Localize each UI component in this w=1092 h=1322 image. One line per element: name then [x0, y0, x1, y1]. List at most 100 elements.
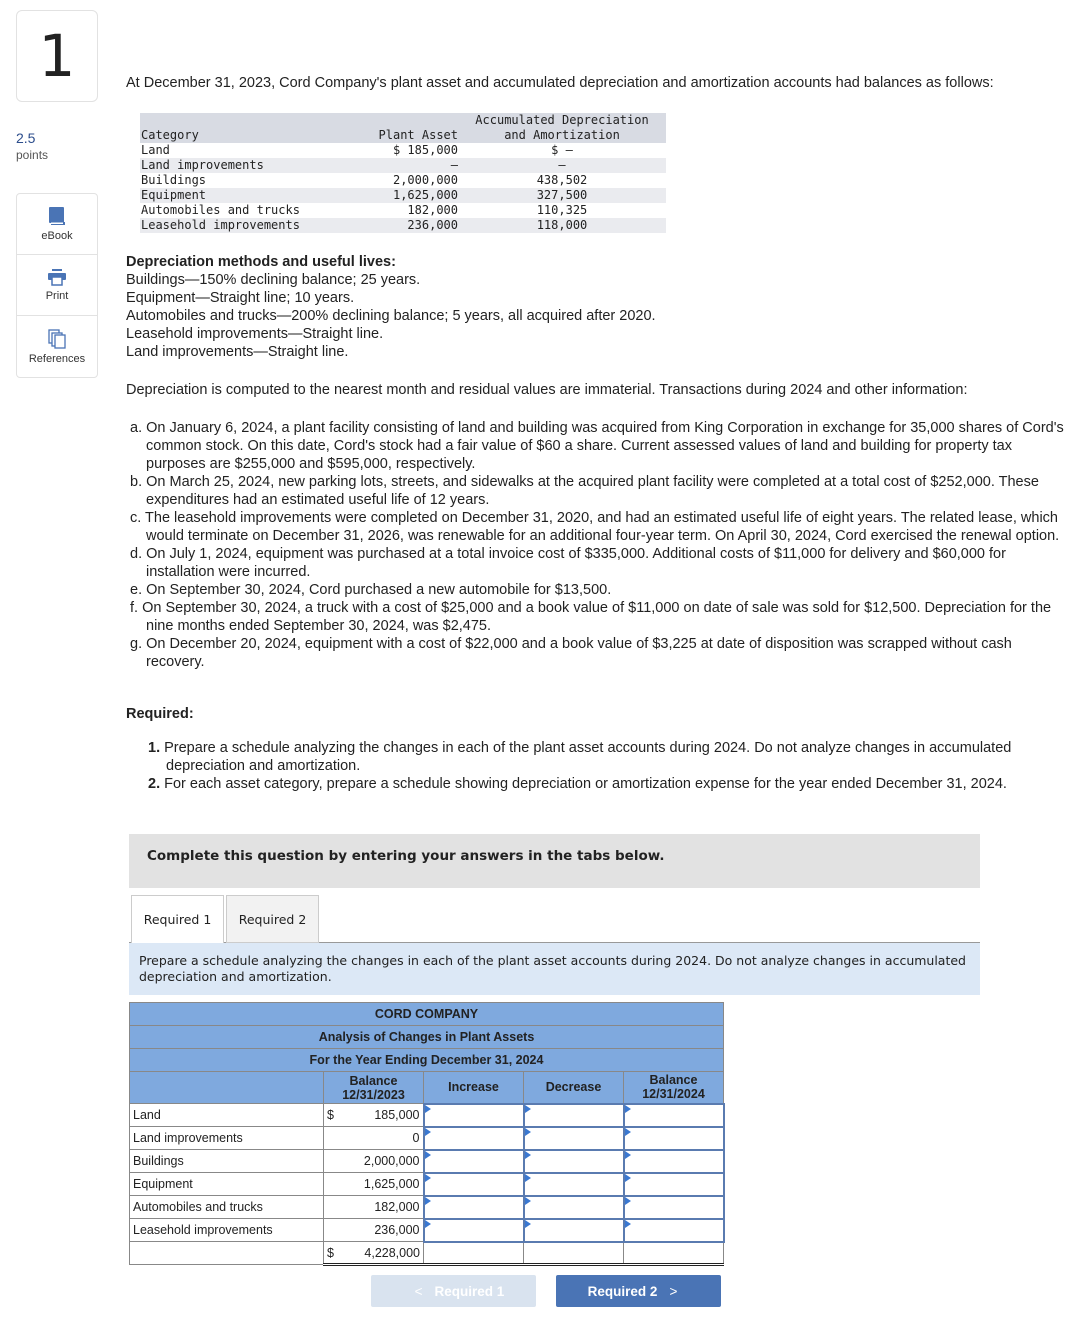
- increase-input[interactable]: [427, 1150, 520, 1172]
- category-cell: Land improvements: [141, 158, 264, 172]
- print-button[interactable]: Print: [17, 255, 97, 316]
- chevron-left-icon: <: [414, 1283, 423, 1299]
- category-header: Category: [141, 128, 199, 142]
- balances-row: Buildings 2,000,000 438,502: [140, 173, 666, 188]
- transaction-item: e. On September 30, 2024, Cord purchased…: [130, 582, 612, 598]
- category-cell: Automobiles and trucks: [141, 203, 300, 217]
- references-button[interactable]: References: [17, 316, 97, 377]
- transaction-item: b. On March 25, 2024, new parking lots, …: [130, 474, 1039, 508]
- decrease-input[interactable]: [527, 1127, 620, 1149]
- balance-start-cell: $185,000: [323, 1103, 424, 1127]
- plant-asset-header: Plant Asset: [378, 128, 458, 142]
- transactions-list: a. On January 6, 2024, a plant facility …: [130, 419, 1070, 671]
- balances-header-row-2: Category Plant Asset and Amortization: [140, 128, 666, 143]
- balance-end-input[interactable]: [627, 1127, 720, 1149]
- decrease-header: Decrease: [523, 1071, 624, 1104]
- prev-required-button[interactable]: < Required 1: [371, 1275, 536, 1307]
- next-required-button[interactable]: Required 2 >: [556, 1275, 721, 1307]
- balance-end-input[interactable]: [627, 1219, 720, 1241]
- balance-end-header: Balance 12/31/2024: [623, 1071, 724, 1104]
- required-heading: Required:: [126, 706, 194, 722]
- increase-header: Increase: [423, 1071, 524, 1104]
- decrease-input[interactable]: [527, 1173, 620, 1195]
- ebook-button[interactable]: eBook: [17, 194, 97, 255]
- total-label: [129, 1241, 324, 1265]
- accum-header-line1: Accumulated Depreciation: [475, 113, 649, 127]
- decrease-input[interactable]: [527, 1219, 620, 1241]
- plant-asset-cell: $ 185,000: [392, 143, 458, 157]
- ebook-icon: [49, 207, 65, 225]
- total-balance-start: $4,228,000: [323, 1241, 424, 1266]
- question-number: 1: [16, 10, 98, 102]
- tab-required-2[interactable]: Required 2: [226, 895, 319, 943]
- analysis-schedule: CORD COMPANY Analysis of Changes in Plan…: [129, 1002, 725, 1266]
- schedule-row: Automobiles and trucks 182,000: [129, 1194, 725, 1220]
- prev-button-label: Required 1: [434, 1283, 505, 1299]
- method-line: Buildings—150% declining balance; 25 yea…: [126, 272, 421, 288]
- balance-start-cell: 236,000: [323, 1218, 424, 1242]
- decrease-input[interactable]: [527, 1104, 620, 1126]
- schedule-company: CORD COMPANY: [129, 1002, 724, 1026]
- intro-text: At December 31, 2023, Cord Company's pla…: [126, 75, 994, 91]
- accum-cell: $ —: [551, 143, 573, 157]
- plant-asset-cell: —: [450, 158, 458, 172]
- increase-input[interactable]: [427, 1173, 520, 1195]
- balance-end-input[interactable]: [627, 1196, 720, 1218]
- decrease-input[interactable]: [527, 1150, 620, 1172]
- chevron-right-icon: >: [669, 1283, 678, 1299]
- balance-end-input[interactable]: [627, 1150, 720, 1172]
- accum-cell: 110,325: [536, 203, 588, 217]
- balances-table: Accumulated Depreciation Category Plant …: [140, 113, 666, 233]
- row-label: Land: [129, 1103, 324, 1127]
- references-label: References: [28, 352, 86, 365]
- references-icon: [48, 328, 66, 349]
- total-increase: [423, 1241, 524, 1266]
- required-item: 2. For each asset category, prepare a sc…: [148, 775, 1048, 793]
- tab-required-1[interactable]: Required 1: [131, 895, 224, 944]
- balance-start-cell: 0: [323, 1126, 424, 1150]
- complete-banner: Complete this question by entering your …: [129, 834, 980, 888]
- row-label: Buildings: [129, 1149, 324, 1173]
- total-decrease: [523, 1241, 624, 1266]
- schedule-row: Buildings 2,000,000: [129, 1148, 725, 1174]
- next-button-label: Required 2: [587, 1283, 658, 1299]
- schedule-row: Equipment 1,625,000: [129, 1171, 725, 1197]
- increase-input[interactable]: [427, 1196, 520, 1218]
- balances-row: Leasehold improvements 236,000 118,000: [140, 218, 666, 233]
- accum-cell: 438,502: [536, 173, 588, 187]
- increase-input[interactable]: [427, 1219, 520, 1241]
- accum-cell: —: [558, 158, 566, 172]
- balance-end-input[interactable]: [627, 1173, 720, 1195]
- schedule-title: Analysis of Changes in Plant Assets: [129, 1025, 724, 1049]
- plant-asset-cell: 1,625,000: [392, 188, 458, 202]
- transaction-item: a. On January 6, 2024, a plant facility …: [130, 420, 1064, 472]
- accum-cell: 327,500: [536, 188, 588, 202]
- instruction-text: Prepare a schedule analyzing the changes…: [129, 943, 980, 995]
- required-list: 1. Prepare a schedule analyzing the chan…: [148, 739, 1048, 793]
- required-number: 1.: [148, 740, 161, 756]
- schedule-period: For the Year Ending December 31, 2024: [129, 1048, 724, 1072]
- increase-input[interactable]: [427, 1104, 520, 1126]
- compute-note: Depreciation is computed to the nearest …: [126, 382, 968, 398]
- category-cell: Land: [141, 143, 170, 157]
- method-line: Equipment—Straight line; 10 years.: [126, 290, 355, 306]
- balance-start-cell: 1,625,000: [323, 1172, 424, 1196]
- tool-panel: eBook Print References: [16, 193, 98, 378]
- balances-header-row-1: Accumulated Depreciation: [140, 113, 666, 128]
- schedule-row: Leasehold improvements 236,000: [129, 1217, 725, 1243]
- balances-row: Equipment 1,625,000 327,500: [140, 188, 666, 203]
- print-label: Print: [45, 290, 69, 302]
- points-value: 2.5: [16, 130, 36, 146]
- increase-input[interactable]: [427, 1127, 520, 1149]
- decrease-input[interactable]: [527, 1196, 620, 1218]
- category-cell: Buildings: [141, 173, 207, 187]
- label-header: [129, 1071, 324, 1104]
- schedule-row: Land improvements 0: [129, 1125, 725, 1151]
- tab-bar: Required 1 Required 2: [129, 894, 980, 944]
- transaction-item: f. On September 30, 2024, a truck with a…: [130, 600, 1052, 634]
- method-line: Automobiles and trucks—200% declining ba…: [126, 308, 656, 324]
- balance-end-input[interactable]: [627, 1104, 720, 1126]
- row-label: Land improvements: [129, 1126, 324, 1150]
- transaction-item: d. On July 1, 2024, equipment was purcha…: [130, 546, 1006, 580]
- schedule-row: Land $185,000: [129, 1102, 725, 1128]
